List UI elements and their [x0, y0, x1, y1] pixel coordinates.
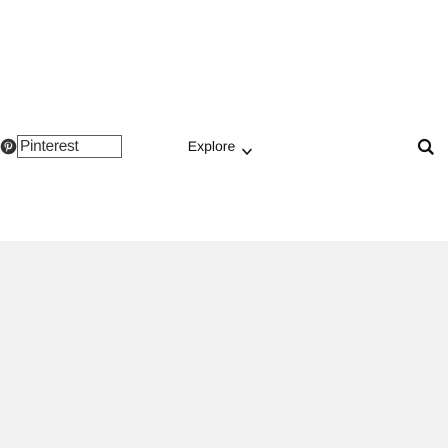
explore-button[interactable]: Explore [173, 135, 267, 180]
chevron-down-icon [242, 143, 253, 155]
search-icon[interactable] [416, 137, 436, 157]
header-bar: Pinterest Explore [0, 135, 448, 183]
explore-label: Explore [187, 138, 236, 154]
content-placeholder [0, 241, 448, 448]
brand-name-box[interactable]: Pinterest [17, 135, 122, 158]
page: Pinterest Explore [0, 0, 448, 448]
brand-name: Pinterest [20, 137, 79, 155]
pinterest-logo-icon[interactable] [0, 138, 17, 155]
